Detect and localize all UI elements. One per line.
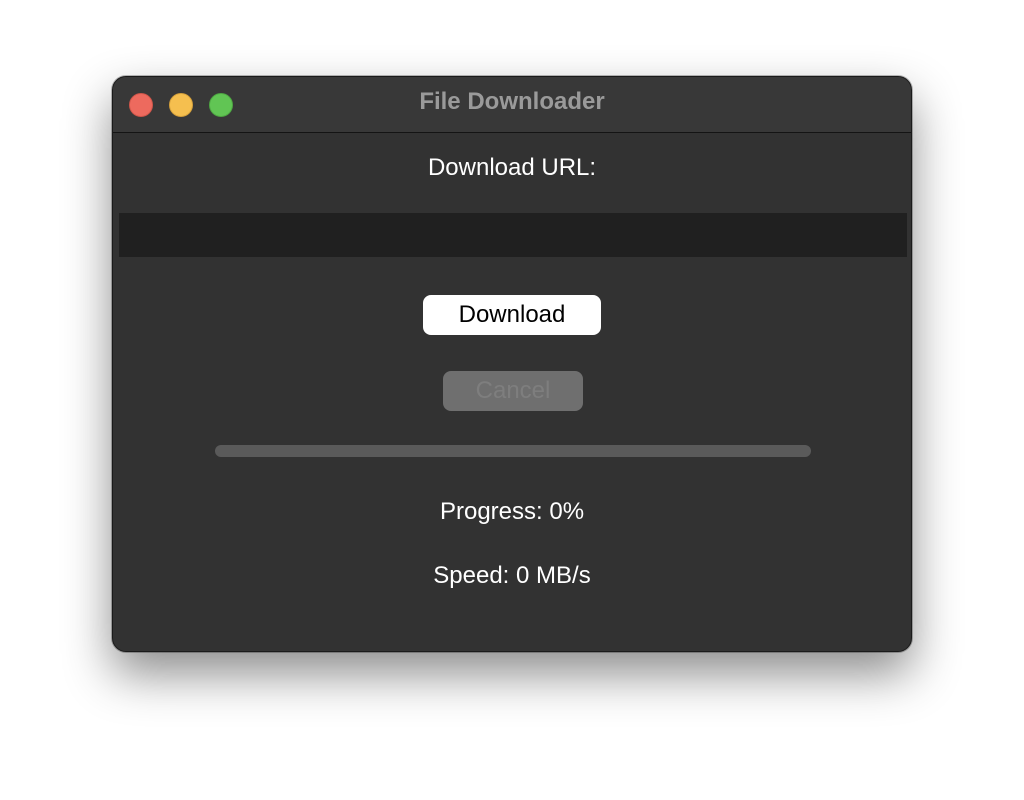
speed-label: Speed: 0 MB/s xyxy=(433,562,591,589)
progress-bar xyxy=(215,445,811,457)
progress-label: Progress: 0% xyxy=(439,498,585,525)
url-input[interactable] xyxy=(119,213,907,257)
cancel-button[interactable]: Cancel xyxy=(443,371,583,411)
download-button[interactable]: Download xyxy=(423,295,601,335)
downloader-window: File Downloader Download URL: Download C… xyxy=(112,76,912,652)
window-title: File Downloader xyxy=(419,88,605,115)
main-content: Download URL: Download Cancel Progress: … xyxy=(113,133,911,651)
title-bar[interactable]: File Downloader xyxy=(113,77,911,133)
url-label: Download URL: xyxy=(427,154,597,181)
